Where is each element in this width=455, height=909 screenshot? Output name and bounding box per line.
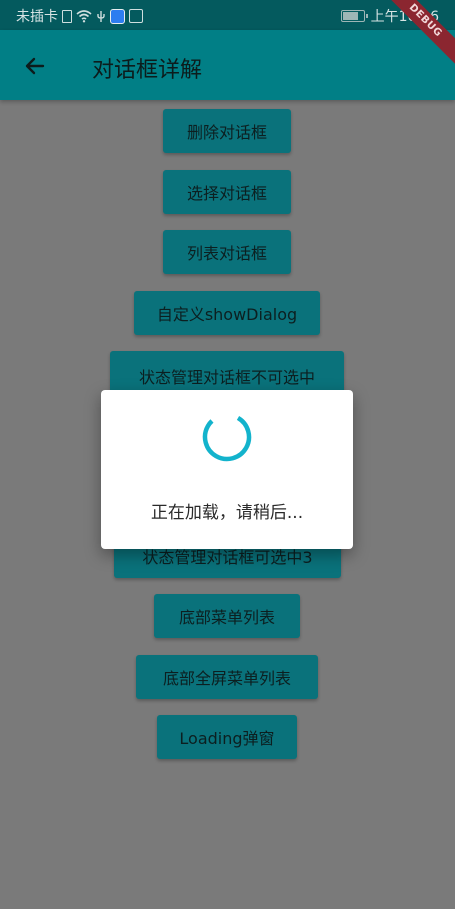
image-notification-icon	[129, 9, 143, 23]
delete-dialog-button[interactable]: 删除对话框	[163, 109, 291, 153]
app-bar: 对话框详解	[0, 30, 455, 100]
loading-message: 正在加载，请稍后...	[150, 503, 304, 523]
usb-icon	[97, 10, 105, 22]
select-dialog-button[interactable]: 选择对话框	[163, 170, 291, 214]
back-button[interactable]	[18, 49, 52, 83]
arrow-back-icon	[25, 57, 45, 75]
custom-showdialog-button[interactable]: 自定义showDialog	[134, 291, 320, 335]
page-title: 对话框详解	[92, 58, 203, 83]
list-dialog-button[interactable]: 列表对话框	[163, 230, 291, 274]
bottom-fullscreen-menu-list-button[interactable]: 底部全屏菜单列表	[136, 655, 318, 699]
carrier-text: 未插卡	[16, 9, 58, 25]
battery-icon	[340, 10, 368, 22]
loading-dialog: 正在加载，请稍后...	[101, 390, 353, 549]
bottom-menu-list-button[interactable]: 底部菜单列表	[154, 594, 300, 638]
loading-spinner-icon	[202, 412, 252, 462]
sim-card-icon	[62, 9, 72, 23]
stateful-dialog-unselectable-button[interactable]: 状态管理对话框不可选中	[110, 351, 344, 395]
app-notification-icon	[110, 8, 125, 24]
loading-popup-button[interactable]: Loading弹窗	[157, 715, 297, 759]
status-left: 未插卡	[16, 6, 143, 26]
status-bar: 未插卡 上午10:16	[0, 0, 455, 30]
wifi-icon	[76, 9, 92, 22]
